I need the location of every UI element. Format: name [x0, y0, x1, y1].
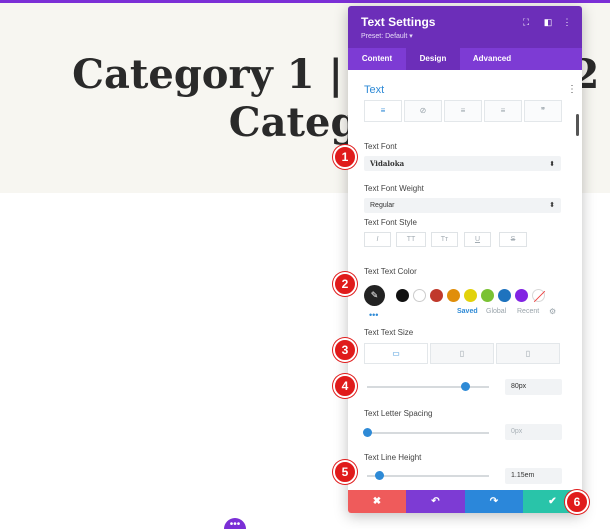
font-weight-value: Regular: [370, 202, 395, 209]
more-colors-icon[interactable]: •••: [369, 310, 378, 320]
align-left-icon[interactable]: ≡: [364, 100, 402, 122]
step-marker-5: 5: [333, 460, 357, 484]
module-options-button[interactable]: •••: [224, 518, 246, 529]
columns-icon[interactable]: ◧: [542, 16, 554, 28]
uppercase-icon[interactable]: TT: [396, 232, 426, 247]
section-more-icon[interactable]: ⋮: [567, 84, 577, 95]
settings-scroll-area: Text ⋮ ≡ ⊘ ≡ ≡ ❞ Text Font Vidaloka ⬍ Te…: [348, 70, 582, 490]
italic-icon[interactable]: I: [364, 232, 391, 247]
step-marker-3: 3: [333, 338, 357, 362]
undo-button[interactable]: ↶: [406, 490, 465, 513]
color-swatch[interactable]: [447, 289, 460, 302]
step-marker-2: 2: [333, 272, 357, 296]
link-icon[interactable]: ⊘: [404, 100, 442, 122]
panel-footer: ✖ ↶ ↷ ✔: [348, 490, 582, 513]
color-settings-gear-icon[interactable]: ⚙: [549, 307, 556, 316]
text-size-slider-handle[interactable]: [460, 382, 470, 391]
tab-design[interactable]: Design: [406, 48, 460, 70]
text-alignment-row: ≡ ⊘ ≡ ≡ ❞: [364, 100, 562, 122]
text-color-label: Text Text Color: [364, 267, 417, 276]
letter-spacing-input[interactable]: 0px: [505, 424, 562, 440]
font-weight-select[interactable]: Regular ⬍: [364, 198, 561, 213]
letter-spacing-slider-handle[interactable]: [363, 428, 372, 437]
tablet-icon[interactable]: ▯: [430, 343, 494, 364]
color-tab-saved[interactable]: Saved: [457, 308, 478, 315]
step-marker-1: 1: [333, 145, 357, 169]
color-swatch[interactable]: [430, 289, 443, 302]
color-tab-recent[interactable]: Recent: [517, 308, 539, 315]
align-center-icon[interactable]: ≡: [444, 100, 482, 122]
text-size-slider-track[interactable]: [367, 386, 489, 388]
letter-spacing-label: Text Letter Spacing: [364, 409, 433, 418]
underline-icon[interactable]: U: [464, 232, 491, 247]
redo-button[interactable]: ↷: [465, 490, 523, 513]
quote-icon[interactable]: ❞: [524, 100, 562, 122]
section-title-text[interactable]: Text: [364, 84, 384, 96]
color-swatch[interactable]: [413, 289, 426, 302]
line-height-input[interactable]: 1.15em: [505, 468, 562, 484]
select-arrow-icon: ⬍: [549, 202, 555, 209]
panel-tabs: Content Design Advanced: [348, 48, 582, 70]
text-font-label: Text Font: [364, 142, 397, 151]
tab-advanced[interactable]: Advanced: [460, 48, 524, 70]
text-font-select[interactable]: Vidaloka ⬍: [364, 156, 561, 171]
text-size-label: Text Text Size: [364, 328, 414, 337]
no-color-icon[interactable]: [532, 289, 545, 302]
line-height-label: Text Line Height: [364, 453, 422, 462]
preset-selector[interactable]: Preset: Default ▾: [361, 32, 413, 40]
more-vertical-icon[interactable]: ⋮: [561, 16, 573, 28]
color-swatch[interactable]: [396, 289, 409, 302]
color-tab-global[interactable]: Global: [486, 308, 506, 315]
text-settings-panel: Text Settings Preset: Default ▾ ⛶ ◧ ⋮ Co…: [348, 6, 582, 513]
align-right-icon[interactable]: ≡: [484, 100, 522, 122]
capitalize-icon[interactable]: Tт: [431, 232, 458, 247]
step-marker-4: 4: [333, 374, 357, 398]
expand-icon[interactable]: ⛶: [520, 16, 532, 28]
color-swatch[interactable]: [515, 289, 528, 302]
font-style-label: Text Font Style: [364, 218, 417, 227]
font-weight-label: Text Font Weight: [364, 184, 424, 193]
color-swatch[interactable]: [481, 289, 494, 302]
text-font-value: Vidaloka: [370, 159, 405, 168]
letter-spacing-slider-track[interactable]: [367, 432, 489, 434]
desktop-icon[interactable]: ▭: [364, 343, 428, 364]
text-size-input[interactable]: 80px: [505, 379, 562, 395]
color-swatch[interactable]: [464, 289, 477, 302]
scrollbar-thumb[interactable]: [576, 114, 579, 136]
line-height-slider-track[interactable]: [367, 475, 489, 477]
eyedropper-icon[interactable]: ✎: [364, 285, 385, 306]
phone-icon[interactable]: ▯: [496, 343, 560, 364]
color-swatch[interactable]: [498, 289, 511, 302]
step-marker-6: 6: [565, 490, 589, 514]
close-button[interactable]: ✖: [348, 490, 406, 513]
panel-header: Text Settings Preset: Default ▾ ⛶ ◧ ⋮: [348, 6, 582, 48]
line-height-slider-handle[interactable]: [375, 471, 385, 480]
panel-title: Text Settings: [361, 15, 436, 29]
select-arrow-icon: ⬍: [549, 159, 555, 168]
strikethrough-icon[interactable]: S: [499, 232, 527, 247]
tab-content[interactable]: Content: [348, 48, 406, 70]
